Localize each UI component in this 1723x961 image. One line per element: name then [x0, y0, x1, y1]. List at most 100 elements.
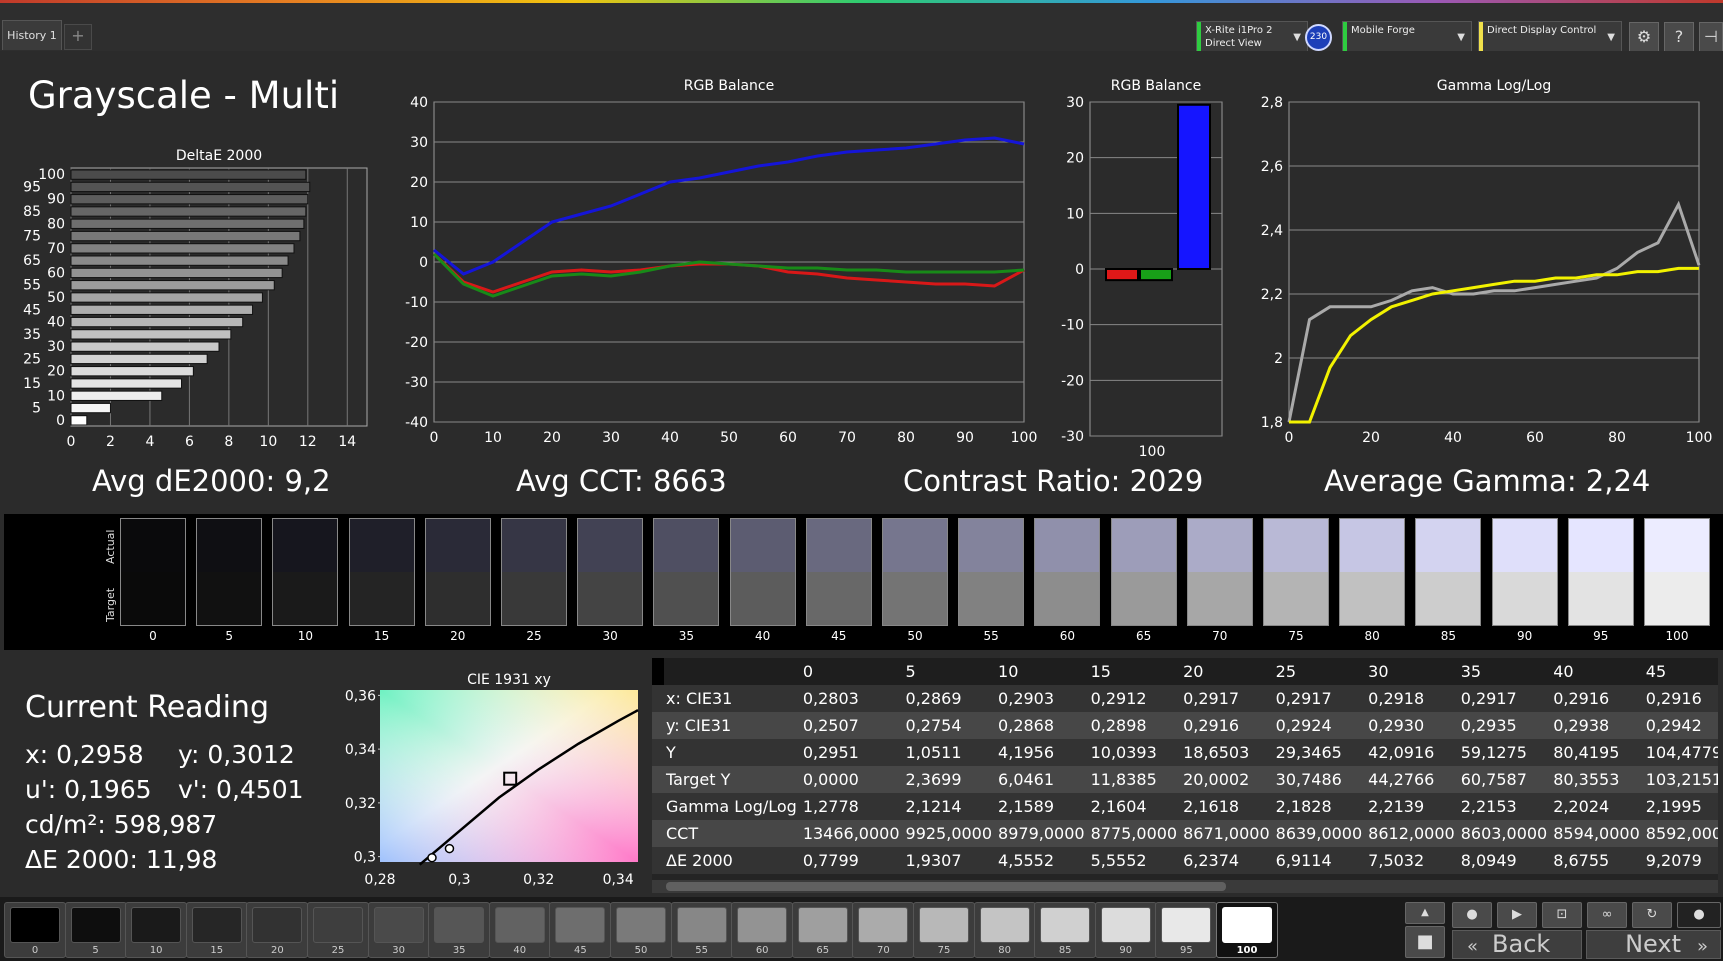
reading-count-badge[interactable]: 230 — [1305, 24, 1332, 51]
table-cell: 0,2754 — [899, 712, 993, 739]
table-cell: 0,2938 — [1547, 712, 1640, 739]
table-cell: 0,2917 — [1454, 685, 1548, 712]
patch-button[interactable]: 65 — [791, 902, 854, 958]
target-swatch — [1264, 572, 1328, 625]
tab-history-1[interactable]: History 1 — [2, 20, 62, 50]
table-scrollbar[interactable] — [652, 880, 1718, 893]
avg-deltae-stat: Avg dE2000: 9,2 — [92, 464, 331, 498]
patch-button[interactable]: 75 — [913, 902, 975, 958]
continuous-button[interactable]: ∞ — [1587, 902, 1627, 928]
x-tick-label: 100 — [1011, 430, 1038, 446]
table-header-cell[interactable]: 20 — [1177, 658, 1270, 685]
row-label: CCT — [652, 820, 797, 847]
table-cell: 7,5032 — [1362, 847, 1455, 874]
y-tick-label: 0 — [56, 413, 65, 429]
table-cell: 0,2912 — [1084, 685, 1178, 712]
patch-button[interactable]: 80 — [973, 902, 1036, 958]
patch-button[interactable]: 55 — [670, 902, 733, 958]
swatch-label: 5 — [225, 629, 233, 643]
bar — [70, 206, 307, 217]
table-header-cell[interactable]: 5 — [899, 658, 993, 685]
table-header-cell[interactable]: 10 — [992, 658, 1085, 685]
table-row: CCT 13466,0000 9925,0000 8979,0000 8775,0000… — [652, 820, 1718, 847]
patch-label: 50 — [634, 945, 648, 956]
top-toolbar: History 1 + X-Rite i1Pro 2 Direct View ▼… — [0, 3, 1723, 53]
patch-button[interactable]: 40 — [488, 902, 551, 958]
table-cell: 2,3699 — [899, 766, 993, 793]
reading-luminance: cd/m²: 598,987 — [25, 810, 218, 839]
patch-button[interactable]: 50 — [610, 902, 672, 958]
swatch-pair — [1034, 518, 1101, 626]
x-tick-label: 0,3 — [448, 872, 470, 888]
swatch-label: 40 — [754, 629, 771, 643]
patch-button[interactable]: 30 — [367, 902, 430, 958]
add-tab-button[interactable]: + — [64, 24, 92, 50]
table-cell: 80,3553 — [1547, 766, 1640, 793]
y-tick-label: 5 — [32, 401, 41, 417]
patch-button[interactable]: 100 — [1216, 902, 1278, 958]
instrument-dropdown[interactable]: X-Rite i1Pro 2 Direct View ▼ — [1196, 21, 1308, 53]
table-header-cell[interactable]: 45 — [1639, 658, 1718, 685]
patch-button[interactable]: 25 — [307, 902, 369, 958]
x-tick-label: 8 — [224, 434, 233, 450]
x-tick-label: 12 — [299, 434, 317, 450]
settings-button[interactable]: ⚙ — [1629, 22, 1659, 52]
table-header-cell[interactable]: 30 — [1362, 658, 1455, 685]
swatch-pair — [424, 518, 491, 626]
back-button[interactable]: « Back — [1452, 930, 1582, 959]
toggle-button[interactable]: ● — [1677, 902, 1721, 928]
table-cell: 1,9307 — [899, 847, 993, 874]
plot-frame — [1288, 101, 1700, 423]
refresh-button[interactable]: ↻ — [1632, 902, 1672, 928]
swatch-label: 20 — [450, 629, 466, 643]
x-tick-label: 70 — [838, 430, 856, 446]
rgb-balance-bar-chart: RGB Balance3020100-10-20-30100 — [1061, 78, 1223, 460]
patch-button[interactable]: 35 — [428, 902, 491, 958]
display-control-dropdown[interactable]: Direct Display Control ▼ — [1478, 21, 1622, 53]
y-tick-label: -10 — [405, 295, 428, 311]
actual-swatch — [349, 519, 414, 572]
table-header-cell[interactable]: 40 — [1547, 658, 1640, 685]
table-header-cell[interactable]: 15 — [1084, 658, 1178, 685]
patch-button[interactable]: 5 — [64, 902, 127, 958]
play-button[interactable]: ▶ — [1497, 902, 1537, 928]
scrollbar-thumb[interactable] — [666, 882, 1226, 891]
patch-button[interactable]: 45 — [549, 902, 612, 958]
y-tick-label: 50 — [47, 290, 65, 306]
patch-button[interactable]: 15 — [185, 902, 248, 958]
patch-button[interactable]: 10 — [125, 902, 188, 958]
page-title: Grayscale - Multi — [28, 74, 340, 117]
bar — [70, 218, 305, 229]
table-cell: 8,6755 — [1547, 847, 1640, 874]
patch-button[interactable]: 0 — [4, 902, 66, 958]
next-button[interactable]: Next » — [1586, 930, 1721, 959]
patch-button[interactable]: 85 — [1034, 902, 1097, 958]
table-header-cell[interactable]: 35 — [1454, 658, 1548, 685]
help-button[interactable]: ? — [1664, 22, 1694, 52]
table-cell: 0,7799 — [796, 847, 900, 874]
table-header-cell[interactable]: 0 — [796, 658, 900, 685]
stop-button[interactable]: ■ — [1405, 926, 1445, 958]
profile-label: Mobile Forge — [1351, 25, 1415, 36]
patch-button[interactable]: 20 — [246, 902, 309, 958]
patch-button[interactable]: 90 — [1094, 902, 1157, 958]
profile-dropdown[interactable]: Mobile Forge ▼ — [1342, 21, 1472, 53]
actual-swatch — [121, 519, 185, 572]
patch-color-chip — [373, 907, 424, 943]
patch-button[interactable]: 70 — [852, 902, 915, 958]
measure-button[interactable]: ⊡ — [1542, 902, 1582, 928]
pin-button[interactable]: ⊣ — [1699, 22, 1723, 52]
patch-button[interactable]: 95 — [1155, 902, 1218, 958]
actual-swatch — [1416, 519, 1481, 572]
row-label: y: CIE31 — [652, 712, 797, 739]
patch-button[interactable]: 60 — [731, 902, 794, 958]
table-header-cell[interactable]: 25 — [1269, 658, 1363, 685]
patch-label: 30 — [392, 945, 405, 956]
table-cell: 0,2942 — [1639, 712, 1718, 739]
move-up-button[interactable]: ▲ — [1405, 902, 1445, 924]
target-swatch — [273, 572, 338, 625]
record-button[interactable]: ● — [1452, 902, 1492, 928]
table-header-blank — [652, 658, 797, 685]
table-cell: 11,8385 — [1084, 766, 1178, 793]
target-swatch — [578, 572, 643, 625]
